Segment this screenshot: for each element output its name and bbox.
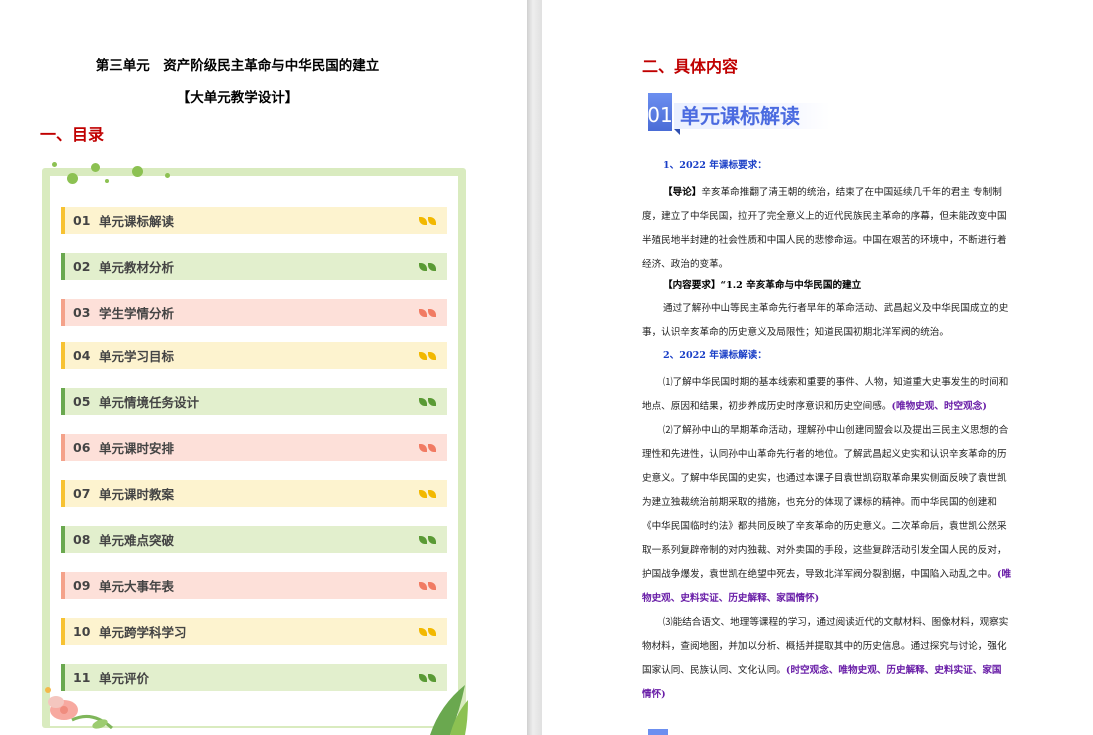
leaf-icon [417,349,439,363]
p2-line-7: 护国战争爆发，袁世凯在绝望中死去，导致北洋军阀分裂割据，中国陷入动乱之中。(唯 [642,569,1012,580]
p1-line-1: ⑴了解中华民国时期的基本线索和重要的事件、人物，知道重大史事发生的时间和 [663,377,1009,388]
content-req: 【内容要求】“1.2 辛亥革命与中华民国的建立 [663,280,862,291]
toc-item-bar [61,388,65,415]
toc-item-bar [61,572,65,599]
left-page: 第三单元 资产阶级民主革命与中华民国的建立 【大单元教学设计】 一、目录 01 单… [0,0,527,735]
unit-title: 第三单元 资产阶级民主革命与中华民国的建立 [95,58,380,74]
leaf-icon [417,625,439,639]
toc-item-number: 07 [73,486,91,501]
toc-item[interactable]: 06 单元课时安排 [61,434,447,461]
toc-item-bar [61,434,65,461]
deco-dot [52,162,57,167]
leaf-decoration-icon [430,685,468,735]
toc-item-number: 09 [73,578,91,593]
p2-line-4: 为建立独裁统治前期采取的措施，也充分的体现了课标的精神。而中华民国的创建和 [642,497,997,508]
req-title: 1、2022 年课标要求： [663,160,767,171]
toc-item-bar [61,299,65,326]
toc-item-bar [61,526,65,553]
p1-line-2: 地点、原因和结果，初步养成历史时序意识和历史空间感。(唯物史观、时空观念) [642,401,987,412]
toc-item-label: 单元跨学科学习 [99,625,187,640]
content-line-1: 通过了解孙中山等民主革命先行者早年的革命活动、武昌起义及中华民国成立的史 [663,303,1009,314]
toc-item[interactable]: 05 单元情境任务设计 [61,388,447,415]
intro-line-3: 半殖民地半封建的社会性质和中国人民的悲惨命运。中国在艰苦的环境中，不断进行着 [642,235,1007,246]
toc-item-label: 单元教材分析 [99,260,175,275]
p2-line-5: 《中华民国临时约法》都共同反映了辛亥革命的历史意义。二次革命后，袁世凯公然采 [642,521,1007,532]
leaf-icon [417,395,439,409]
toc-item-number: 01 [73,213,91,228]
p2-line-1: ⑵了解孙中山的早期革命活动，理解孙中山创建同盟会以及提出三民主义思想的合 [663,425,1009,436]
toc-item-label: 单元情境任务设计 [99,395,200,410]
toc-item-bar [61,253,65,280]
banner-fold [674,129,680,135]
toc-item-number: 02 [73,259,91,274]
leaf-icon [417,306,439,320]
page-gutter [527,0,542,735]
toc-item-number: 04 [73,348,91,363]
leaf-icon [417,579,439,593]
p3-line-2: 物材料，查阅地图，并加以分析、概括并提取其中的历史信息。通过探究与讨论，强化 [642,641,1007,652]
deco-dot [105,179,109,183]
banner-title: 单元课标解读 [674,103,830,129]
interp-title: 2、2022 年课标解读： [663,350,767,361]
leaf-icon [417,533,439,547]
toc-item[interactable]: 07 单元课时教案 [61,480,447,507]
toc-item-number: 03 [73,305,91,320]
deco-dot [91,163,100,172]
toc-item-number: 05 [73,394,91,409]
toc-item[interactable]: 02 单元教材分析 [61,253,447,280]
intro-line-1: 【导论】辛亥革命推翻了清王朝的统治，结束了在中国延续几千年的君主 专制制 [663,187,1002,198]
p3-line-1: ⑶能结合语文、地理等课程的学习，通过阅读近代的文献材料、图像材料，观察实 [663,617,1009,628]
content-heading: 二、具体内容 [642,57,739,76]
intro-line-4: 经济、政治的变革。 [642,259,729,270]
p2-line-8: 物史观、史料实证、历史解释、家国情怀) [642,593,820,604]
toc-item-bar [61,207,65,234]
toc-item-label: 单元课时教案 [99,487,175,502]
p2-line-3: 史意义。了解中华民国的史实，也通过本课子目袁世凯窃取革命果实侧面反映了袁世凯 [642,473,1007,484]
section-banner: 01 单元课标解读 [647,93,830,135]
toc-item-label: 单元难点突破 [99,533,175,548]
toc-item-label: 单元学习目标 [99,349,175,364]
leaf-icon [417,487,439,501]
right-page: 二、具体内容 01 单元课标解读 1、2022 年课标要求： 【导论】辛亥革命推… [542,0,1093,735]
leaf-icon [417,214,439,228]
design-subtitle: 【大单元教学设计】 [176,90,299,106]
p3-line-3: 国家认同、民族认同、文化认同。(时空观念、唯物史观、历史解释、史料实证、家国 [642,665,1002,676]
toc-item-label: 单元评价 [99,671,150,686]
toc-item[interactable]: 01 单元课标解读 [61,207,447,234]
p2-line-6: 取一系列复辟帝制的对内独裁、对外卖国的手段，这些复辟活动引发全国人民的反对， [642,545,1007,556]
toc-item[interactable]: 08 单元难点突破 [61,526,447,553]
toc-item-label: 单元大事年表 [99,579,175,594]
deco-dot [132,166,143,177]
toc-item[interactable]: 04 单元学习目标 [61,342,447,369]
p3-line-4: 情怀) [642,689,666,700]
toc-item-label: 单元课标解读 [99,214,175,229]
toc-item[interactable]: 03 学生学情分析 [61,299,447,326]
toc-item-number: 10 [73,624,91,639]
leaf-icon [417,260,439,274]
p2-line-2: 理性和先进性，认同孙中山革命先行者的地位。了解武昌起义史实和认识辛亥革命的历 [642,449,1007,460]
toc-item-label: 学生学情分析 [99,306,175,321]
next-banner-mark [648,729,668,735]
toc-item-bar [61,480,65,507]
toc-item-bar [61,342,65,369]
banner-number: 01 [647,93,673,131]
toc-item-label: 单元课时安排 [99,441,175,456]
toc-item-number: 06 [73,440,91,455]
deco-dot [165,173,170,178]
content-line-2: 事，认识辛亥革命的历史意义及局限性；知道民国初期北洋军阀的统治。 [642,327,949,338]
toc-item-bar [61,618,65,645]
toc-item[interactable]: 09 单元大事年表 [61,572,447,599]
toc-item-number: 08 [73,532,91,547]
toc-item[interactable]: 10 单元跨学科学习 [61,618,447,645]
flower-decoration-icon [45,687,114,730]
deco-dot [67,173,78,184]
leaf-icon [417,441,439,455]
intro-line-2: 度，建立了中华民国，拉开了完全意义上的近代民族民主革命的序幕，但未能改变中国 [642,211,1007,222]
toc-heading: 一、目录 [40,125,105,144]
